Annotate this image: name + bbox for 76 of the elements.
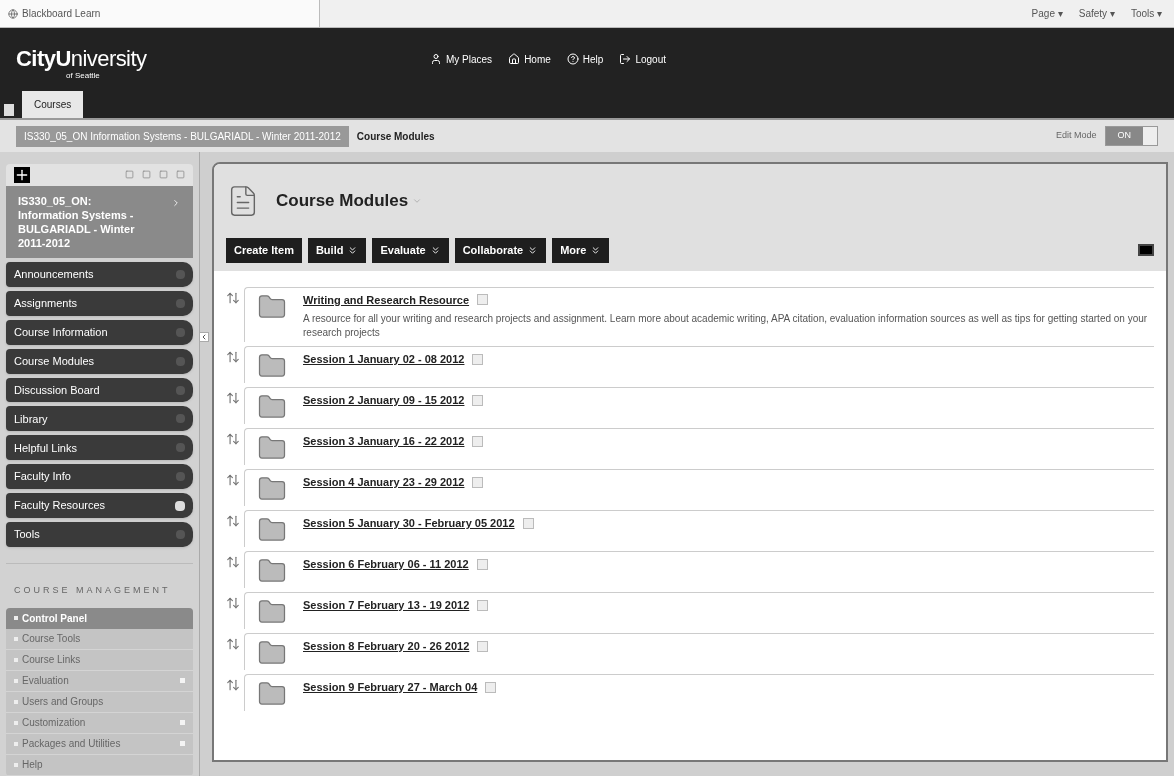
- drag-handle-icon[interactable]: [226, 350, 240, 364]
- chevron-right-icon[interactable]: [171, 197, 181, 208]
- edit-mode-toggle[interactable]: ON: [1104, 126, 1158, 146]
- options-icon[interactable]: [472, 353, 484, 365]
- item-title-link[interactable]: Session 7 February 13 - 19 2012: [303, 597, 470, 614]
- logo-subtitle: of Seattle: [66, 71, 101, 82]
- drag-handle-icon[interactable]: [226, 596, 240, 610]
- header-link[interactable]: Home: [508, 51, 551, 67]
- display-toggle-icon[interactable]: [1138, 244, 1154, 257]
- management-menu-item[interactable]: Course Links: [6, 650, 193, 671]
- course-menu-item[interactable]: Assignments: [6, 290, 193, 316]
- breadcrumb-current: Course Modules: [356, 129, 435, 144]
- drag-handle-icon[interactable]: [226, 678, 240, 692]
- options-icon[interactable]: [412, 196, 423, 206]
- toolbar-button[interactable]: Collaborate: [454, 238, 547, 263]
- university-logo: CityUniversity: [16, 48, 148, 70]
- header-link[interactable]: My Places: [430, 51, 493, 67]
- person-icon: [430, 53, 442, 65]
- options-icon[interactable]: [472, 435, 484, 447]
- course-menu-item[interactable]: Faculty Resources: [6, 493, 193, 519]
- drag-handle-icon[interactable]: [226, 290, 240, 305]
- logout-icon: [619, 53, 632, 65]
- collapse-sidebar-button[interactable]: [199, 332, 209, 342]
- item-title-link[interactable]: Session 4 January 23 - 29 2012: [303, 474, 465, 491]
- page-title: Course Modules: [276, 190, 409, 213]
- item-title-link[interactable]: Session 5 January 30 - February 05 2012: [303, 515, 515, 532]
- course-menu-item[interactable]: Helpful Links: [6, 435, 193, 461]
- courses-tab[interactable]: Courses: [22, 91, 84, 118]
- management-menu-item[interactable]: Course Tools: [6, 629, 193, 650]
- toolbar-button[interactable]: Build: [307, 238, 367, 263]
- options-icon[interactable]: [476, 558, 488, 570]
- drag-handle-icon[interactable]: [226, 473, 240, 487]
- item-title-link[interactable]: Session 6 February 06 - 11 2012: [303, 556, 469, 573]
- drag-handle-icon[interactable]: [226, 514, 240, 528]
- course-menu-item[interactable]: Library: [6, 406, 193, 432]
- help-icon: [566, 53, 579, 65]
- browser-menu[interactable]: Page ▾: [1031, 6, 1063, 21]
- item-title-link[interactable]: Writing and Research Resource: [303, 291, 470, 308]
- options-icon[interactable]: [477, 640, 489, 652]
- course-menu-item[interactable]: Course Information: [6, 319, 193, 345]
- toolbar-button[interactable]: More: [552, 238, 610, 263]
- item-title-link[interactable]: Session 1 January 02 - 08 2012: [303, 351, 465, 368]
- toolbar-button[interactable]: Create Item: [226, 238, 302, 263]
- browser-menu[interactable]: Tools ▾: [1130, 6, 1162, 21]
- add-menu-item-button[interactable]: [14, 166, 30, 183]
- item-title-link[interactable]: Session 2 January 09 - 15 2012: [303, 392, 465, 409]
- item-title-link[interactable]: Session 9 February 27 - March 04: [303, 679, 478, 696]
- options-icon[interactable]: [522, 517, 534, 529]
- drag-handle-icon[interactable]: [226, 391, 240, 405]
- options-icon[interactable]: [472, 394, 484, 406]
- item-title-link[interactable]: Session 3 January 16 - 22 2012: [303, 433, 465, 450]
- item-title-link[interactable]: Session 8 February 20 - 26 2012: [303, 638, 470, 655]
- course-menu-item[interactable]: Faculty Info: [6, 464, 193, 490]
- management-menu-item[interactable]: Users and Groups: [6, 692, 193, 713]
- drag-handle-icon[interactable]: [226, 432, 240, 446]
- course-menu-item[interactable]: Course Modules: [6, 348, 193, 374]
- home-icon: [508, 53, 521, 65]
- options-icon[interactable]: [472, 476, 484, 488]
- browser-menu[interactable]: Safety ▾: [1078, 6, 1115, 21]
- options-icon[interactable]: [477, 294, 489, 306]
- course-menu-item[interactable]: Tools: [6, 522, 193, 547]
- course-menu-item[interactable]: Discussion Board: [6, 377, 193, 403]
- edit-mode-label: Edit Mode: [1055, 129, 1097, 143]
- section-heading: COURSE MANAGEMENT: [14, 585, 171, 595]
- header-link[interactable]: Logout: [619, 51, 666, 67]
- options-icon[interactable]: [477, 599, 489, 611]
- tab-title: Blackboard Learn: [22, 7, 101, 21]
- options-icon[interactable]: [485, 681, 497, 693]
- browser-tab[interactable]: Blackboard Learn: [0, 0, 320, 27]
- page-icon: [8, 8, 18, 19]
- drag-handle-icon[interactable]: [226, 637, 240, 651]
- drag-handle-icon[interactable]: [226, 555, 240, 569]
- toolbar-button[interactable]: Evaluate: [372, 238, 449, 263]
- item-description: A resource for all your writing and research projects and assignment. Learn more about academic writing, APA citation, evaluation information sources as well as tips for getting started on your research projects: [303, 312, 1149, 340]
- course-menu-item[interactable]: Announcements: [6, 261, 193, 287]
- header-link[interactable]: Help: [566, 51, 604, 67]
